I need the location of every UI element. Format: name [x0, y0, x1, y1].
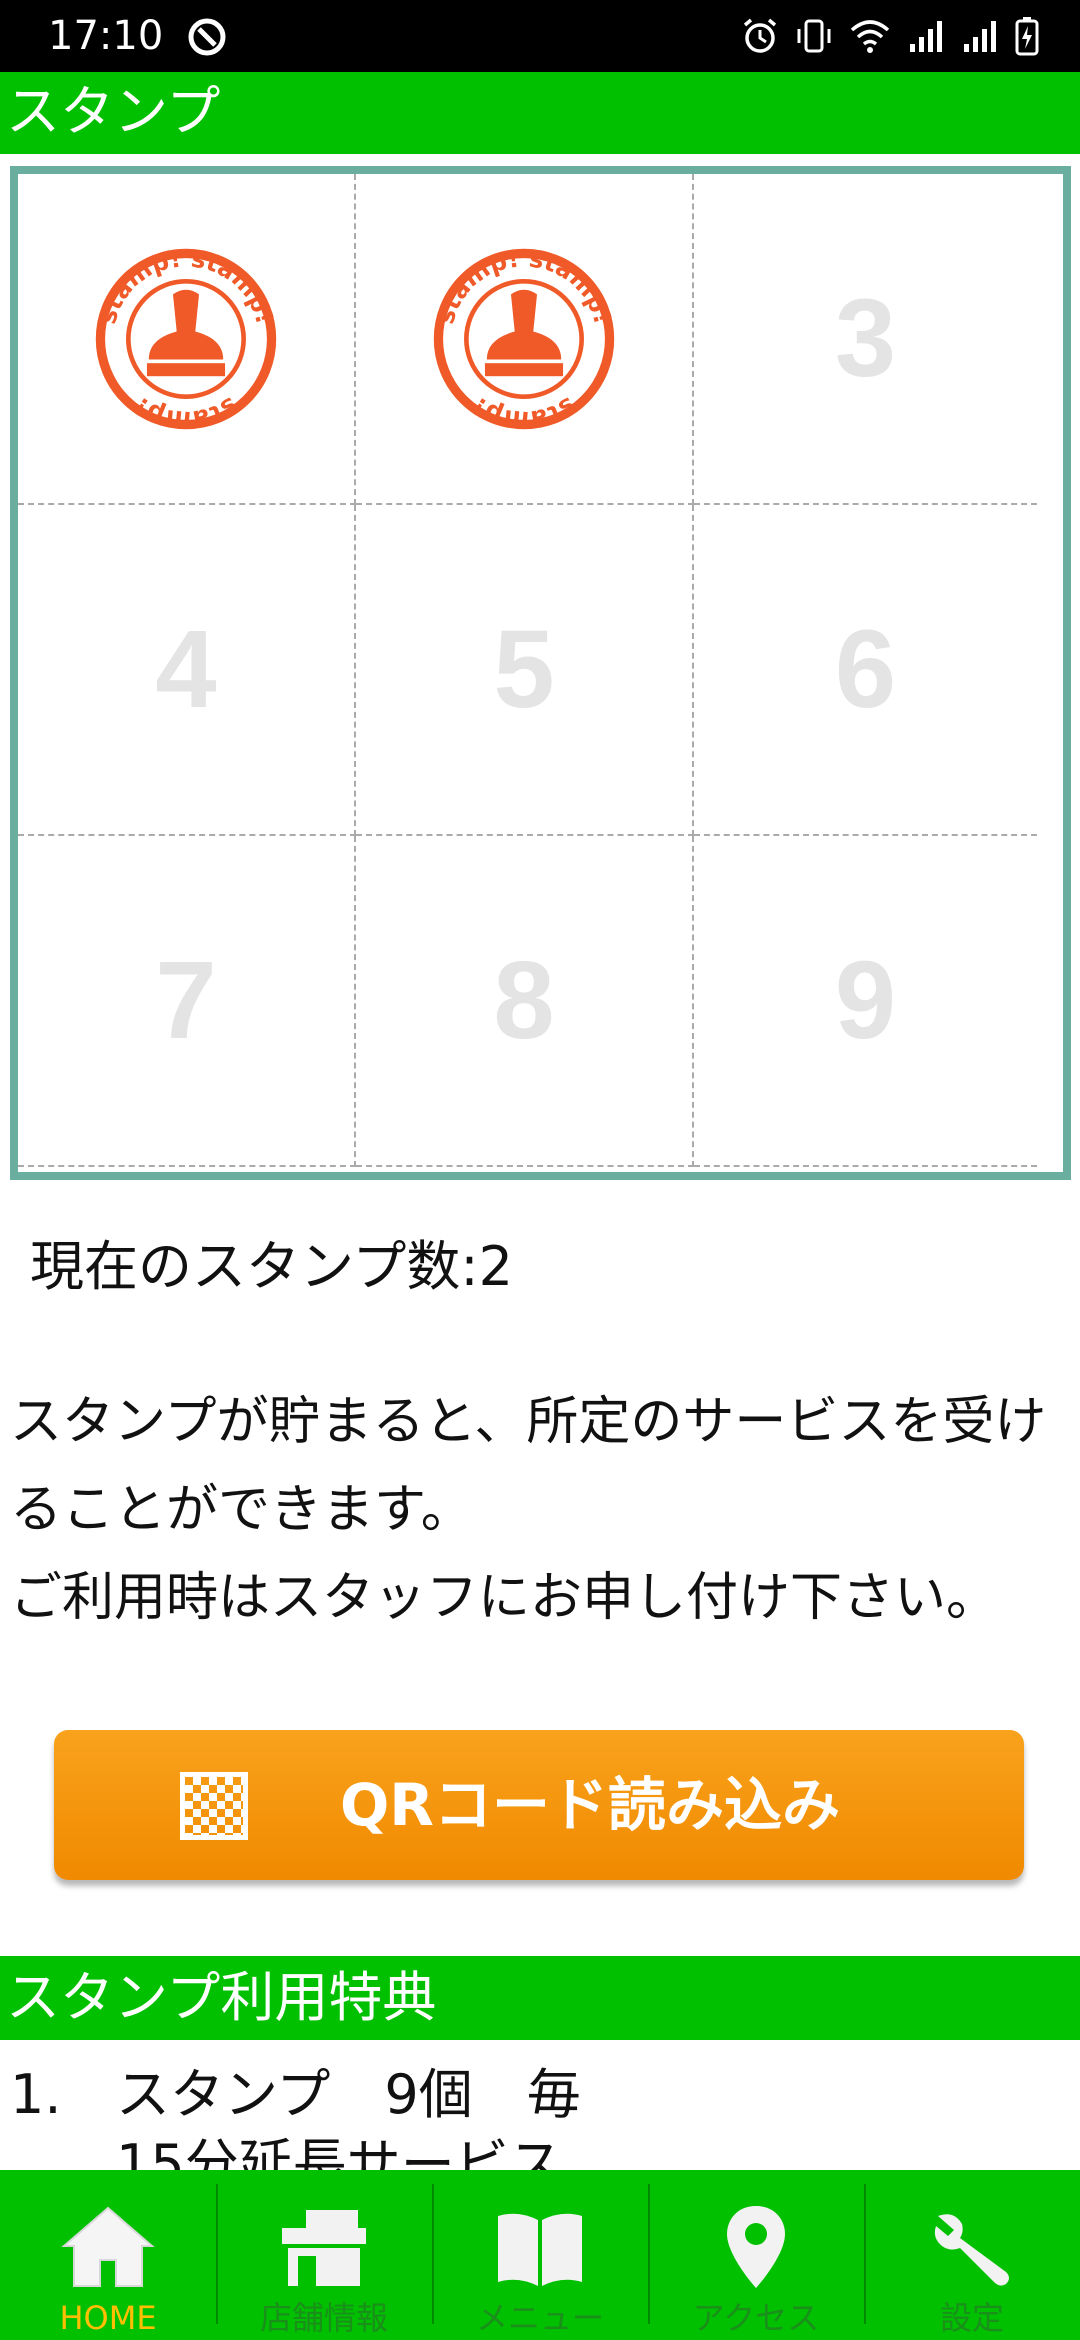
- stamp-cell: 6: [694, 505, 1037, 836]
- wifi-icon: [850, 20, 890, 53]
- stamp-cell-number: 3: [834, 277, 897, 400]
- nav-label: アクセス: [692, 2299, 820, 2337]
- stamp-mark-icon: stamp! stamp!stamp!: [431, 246, 616, 432]
- wrench-icon: [922, 2200, 1022, 2294]
- store-icon: [274, 2200, 374, 2294]
- battery-charging-icon: [1015, 17, 1039, 56]
- benefits-list: 1. スタンプ 9個 毎 15分延長サービス: [10, 2060, 1070, 2170]
- nav-item-menu[interactable]: メニュー: [432, 2170, 648, 2340]
- stamp-cell: stamp! stamp! stamp!: [356, 174, 694, 505]
- stamp-cell: 5: [356, 505, 694, 836]
- stamp-cell-number: 7: [155, 939, 217, 1062]
- book-icon: [490, 2200, 590, 2294]
- description-line: ご利用時はスタッフにお申し付け下さい。: [10, 1568, 999, 1628]
- stamp-cell-number: 4: [155, 608, 217, 731]
- nav-item-settings[interactable]: 設定: [864, 2170, 1080, 2340]
- benefit-text: 15分延長サービス: [116, 2133, 563, 2170]
- stamp-cell: 4: [18, 505, 356, 836]
- stamp-card: stamp! stamp! stamp! stamp! stamp! stamp! 3 4…: [10, 166, 1071, 1180]
- status-icons: [740, 14, 1040, 58]
- qr-code-icon: [180, 1772, 248, 1840]
- benefit-index: [10, 2130, 116, 2170]
- page-title: スタンプ: [0, 72, 1080, 154]
- stamp-count: 現在のスタンプ数:2: [30, 1235, 513, 1298]
- home-icon: [58, 2200, 158, 2294]
- list-item: 1. スタンプ 9個 毎: [10, 2060, 1070, 2130]
- nav-label: HOME: [59, 2299, 157, 2337]
- stamp-cell: 9: [694, 836, 1037, 1167]
- stamp-cell: 3: [694, 174, 1037, 505]
- alarm-icon: [743, 18, 777, 53]
- nav-item-home[interactable]: HOME: [0, 2170, 216, 2340]
- sync-icon: [188, 18, 226, 56]
- qr-scan-button[interactable]: QRコード読み込み: [54, 1730, 1024, 1880]
- stamp-mark-icon: stamp! stamp!stamp!: [93, 246, 278, 432]
- location-pin-icon: [706, 2200, 806, 2294]
- list-item: 15分延長サービス: [10, 2130, 1070, 2170]
- stamp-cell-number: 9: [834, 939, 897, 1062]
- nav-item-access[interactable]: アクセス: [648, 2170, 864, 2340]
- benefit-text: スタンプ 9個 毎: [116, 2063, 581, 2126]
- signal-icon: [964, 21, 996, 52]
- benefits-title: スタンプ利用特典: [0, 1956, 1080, 2040]
- description: スタンプが貯まると、所定のサービスを受けることができます。 ご利用時はスタッフに…: [10, 1378, 1050, 1642]
- bottom-nav: HOME 店舗情報 メニュー アクセス 設定: [0, 2170, 1080, 2340]
- nav-item-store[interactable]: 店舗情報: [216, 2170, 432, 2340]
- description-line: スタンプが貯まると、所定のサービスを受けることができます。: [10, 1392, 1047, 1540]
- vibrate-icon: [797, 19, 831, 53]
- signal-icon: [910, 21, 942, 52]
- status-time: 17:10: [48, 13, 164, 59]
- nav-label: メニュー: [475, 2299, 604, 2337]
- stamp-cell: 7: [18, 836, 356, 1167]
- stamp-cell-number: 8: [493, 939, 555, 1062]
- nav-label: 店舗情報: [259, 2299, 388, 2337]
- status-bar: 17:10: [0, 0, 1080, 72]
- stamp-cell-number: 6: [834, 608, 897, 731]
- stamp-cell: stamp! stamp! stamp!: [18, 174, 356, 505]
- stamp-cell: 8: [356, 836, 694, 1167]
- nav-label: 設定: [939, 2299, 1004, 2337]
- qr-scan-label: QRコード読み込み: [340, 1771, 840, 1839]
- benefit-index: 1.: [10, 2063, 62, 2126]
- stamp-cell-number: 5: [493, 608, 555, 731]
